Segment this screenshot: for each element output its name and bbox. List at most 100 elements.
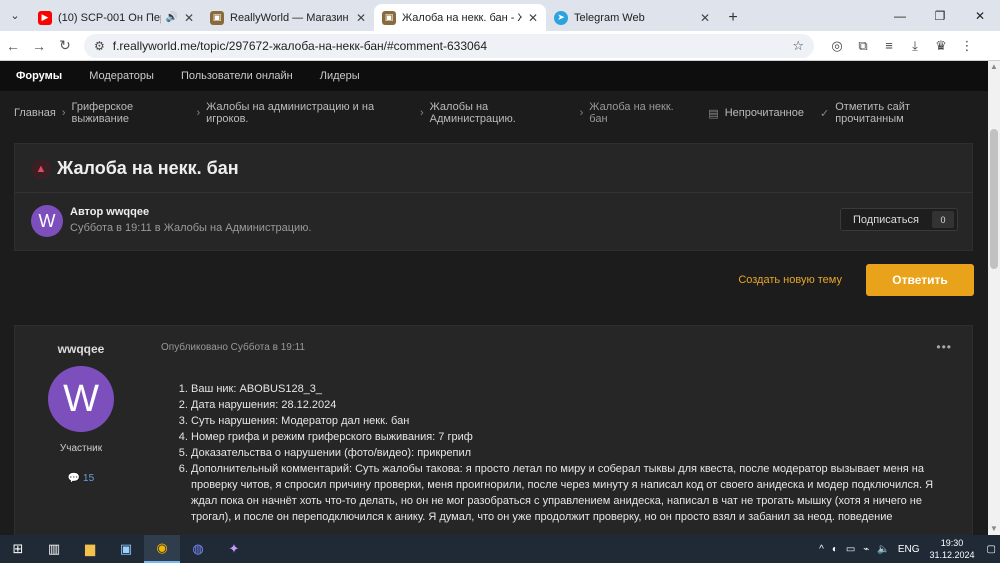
close-window-icon[interactable]: ✕ [960,0,1000,31]
browser-tab-active[interactable]: ▣ Жалоба на некк. бан - Жалобы ✕ [374,4,546,31]
battery-icon[interactable]: ▭ [846,544,855,555]
minimize-icon[interactable]: — [880,0,920,31]
reply-button[interactable]: Ответить [866,264,974,296]
tab-search-chevron-icon[interactable]: ⌄ [0,0,30,31]
download-icon[interactable]: ⤓ [902,38,928,54]
scroll-down-icon[interactable]: ▼ [988,523,1000,535]
site-settings-icon[interactable]: ⚙ [94,39,105,53]
breadcrumb-complaints[interactable]: Жалобы на администрацию и на игроков. [206,101,414,125]
translate-icon[interactable]: ◎ [824,38,850,54]
tray-app-icon[interactable]: ◐ [832,544,838,555]
nav-forums[interactable]: Форумы [16,70,62,82]
window-controls: — ❐ ✕ [880,0,1000,31]
windows-taskbar: ⊞ ▥ ▆ ▣ ◉ ◍ ✦ ^ ◐ ▭ ⌁ 🔈 ENG 19:30 31.12.… [0,535,1000,563]
tray-overflow-icon[interactable]: ^ [819,544,824,555]
list-item: Ваш ник: ABOBUS128_3_ [191,381,961,397]
subscribe-label: Подписаться [853,213,919,226]
clock-date: 31.12.2024 [929,550,975,560]
system-clock[interactable]: 19:30 31.12.2024 [930,537,975,561]
browser-tab-telegram[interactable]: ➤ Telegram Web ✕ [546,4,718,31]
windows-start-icon[interactable]: ⊞ [0,535,36,563]
browser-menu-icon[interactable]: ⋮ [954,38,980,54]
profile-icon[interactable]: ♛ [928,38,954,54]
topic-title-row: ▲ Жалоба на некк. бан [31,158,239,179]
breadcrumb-home[interactable]: Главная [14,107,56,119]
tab-title: (10) SCP-001 Он Переписывает [58,11,161,24]
post-timestamp[interactable]: Опубликовано Суббота в 19:11 [161,342,305,353]
list-item: Номер грифа и режим гриферского выживани… [191,429,961,445]
breadcrumb-actions: ▤ Непрочитанное ✓ Отметить сайт прочитан… [692,101,974,125]
breadcrumb: Главная › Гриферское выживание › Жалобы … [0,91,988,135]
browser-tab-bar: ⌄ ▶ (10) SCP-001 Он Переписывает 🔊 ✕ ▣ R… [0,0,1000,31]
notifications-icon[interactable]: ▢ [987,544,996,555]
new-tab-button[interactable]: + [718,4,748,31]
topic-author[interactable]: Автор wwqqee [70,206,149,218]
avatar[interactable]: W [31,205,63,237]
list-item: Доказательства о нарушении (фото/видео):… [191,445,961,461]
file-explorer-icon[interactable]: ▆ [72,535,108,563]
bookmark-star-icon[interactable]: ☆ [792,38,804,54]
more-options-icon[interactable]: ••• [936,340,952,354]
forward-arrow-icon[interactable]: → [26,38,52,54]
chevron-right-icon: › [196,107,201,119]
chevron-right-icon: › [579,107,584,119]
breadcrumb-griefer-survival[interactable]: Гриферское выживание [72,101,191,125]
media-control-icon[interactable]: ≡ [876,38,902,54]
nav-leaders[interactable]: Лидеры [320,70,360,82]
close-tab-icon[interactable]: ✕ [528,11,538,25]
comment-icon: 💬 [67,473,81,484]
post-username[interactable]: wwqqee [15,342,147,356]
close-tab-icon[interactable]: ✕ [700,11,710,25]
page-scrollbar[interactable]: ▲ ▼ [988,61,1000,535]
avatar[interactable]: W [48,366,114,432]
url-text[interactable]: f.reallyworld.me/topic/297672-жалоба-на-… [113,39,793,53]
store-icon[interactable]: ▣ [108,535,144,563]
close-tab-icon[interactable]: ✕ [184,11,194,25]
volume-icon[interactable]: 🔈 [877,544,889,555]
speaker-icon[interactable]: 🔊 [165,12,177,23]
language-indicator[interactable]: ENG [898,544,920,555]
reload-icon[interactable]: ↻ [52,37,78,54]
post-author-panel: wwqqee W Участник 💬 15 [15,326,147,535]
game-icon[interactable]: ✦ [216,535,252,563]
create-topic-link[interactable]: Создать новую тему [738,274,842,286]
scroll-up-icon[interactable]: ▲ [988,61,1000,73]
nav-online-users[interactable]: Пользователи онлайн [181,70,293,82]
network-icon[interactable]: ⌁ [863,544,869,555]
breadcrumb-admin-complaints[interactable]: Жалобы на Администрацию. [430,101,574,125]
topic-meta: Суббота в 19:11 в Жалобы на Администраци… [70,222,312,234]
subscribe-button[interactable]: Подписаться 0 [840,208,958,231]
youtube-icon: ▶ [38,10,52,25]
browser-tab-youtube[interactable]: ▶ (10) SCP-001 Он Переписывает 🔊 ✕ [30,4,202,31]
browser-tab-shop[interactable]: ▣ ReallyWorld — Магазин привилегий ✕ [202,4,374,31]
extensions-puzzle-icon[interactable]: ⧉ [850,38,876,54]
close-tab-icon[interactable]: ✕ [356,11,366,25]
extension-toolbar: ◎ ⧉ ≡ ⤓ ♛ ⋮ [824,38,980,54]
reputation-value: 15 [83,473,95,484]
warning-icon: ▲ [31,158,51,179]
app-icon[interactable]: ◍ [180,535,216,563]
list-item: Дополнительный комментарий: Суть жалобы … [191,461,961,525]
tab-title: ReallyWorld — Магазин привилегий [230,11,350,24]
forum-post: wwqqee W Участник 💬 15 Опубликовано Субб… [14,325,973,535]
breadcrumb-current: Жалоба на некк. бан [589,101,674,125]
divider [15,192,972,193]
tab-title: Жалоба на некк. бан - Жалобы [402,11,522,24]
url-omnibox[interactable]: ⚙ f.reallyworld.me/topic/297672-жалоба-н… [84,33,814,58]
unread-link[interactable]: Непрочитанное [725,107,804,119]
chrome-icon[interactable]: ◉ [144,535,180,563]
checkmark-icon: ✓ [820,107,830,120]
subscriber-count-badge: 0 [932,211,954,228]
address-bar-row: ← → ↻ ⚙ f.reallyworld.me/topic/297672-жа… [0,31,1000,61]
restore-icon[interactable]: ❐ [920,0,960,31]
user-role: Участник [59,443,103,454]
forum-navigation: Форумы Модераторы Пользователи онлайн Ли… [0,61,988,91]
nav-moderators[interactable]: Модераторы [89,70,154,82]
clock-time: 19:30 [940,538,964,548]
complaint-list: Ваш ник: ABOBUS128_3_ Дата нарушения: 28… [161,381,961,525]
back-arrow-icon[interactable]: ← [0,38,26,54]
chevron-right-icon: › [61,107,66,119]
mark-read-link[interactable]: Отметить сайт прочитанным [835,101,974,125]
task-view-icon[interactable]: ▥ [36,535,72,563]
scrollbar-thumb[interactable] [990,129,998,269]
